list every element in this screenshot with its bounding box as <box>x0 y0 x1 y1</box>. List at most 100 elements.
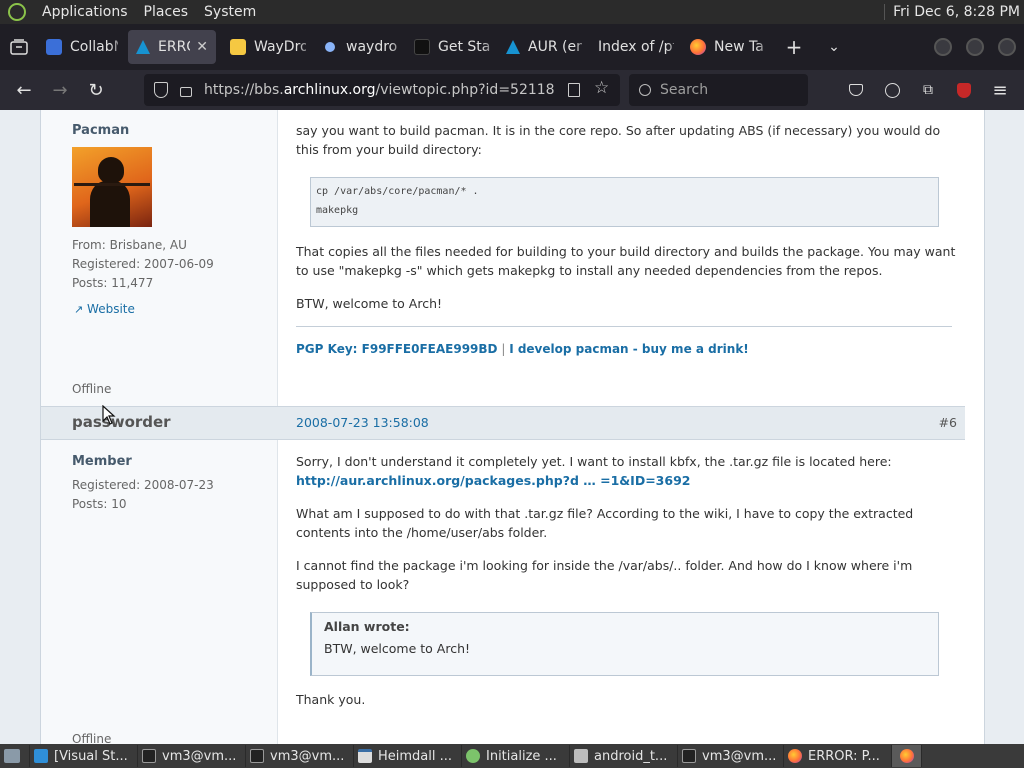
donate-link[interactable]: I develop pacman - buy me a drink! <box>509 342 749 356</box>
tab-list-button[interactable]: ⌄ <box>818 31 850 63</box>
post-author-name[interactable]: passworder <box>72 413 171 431</box>
page-content: Pacman From: Brisbane, AU Registered: 20… <box>0 110 1024 744</box>
post-author-name[interactable]: Pacman <box>72 123 129 138</box>
author-location: From: Brisbane, AU <box>72 238 187 252</box>
url-prefix: https://bbs. <box>204 82 284 98</box>
tab-list-icon <box>10 39 28 55</box>
distro-logo-icon[interactable] <box>8 3 26 21</box>
post-date-link[interactable]: 2008-07-23 13:58:08 <box>296 415 429 430</box>
post-message: What am I supposed to do with that .tar.… <box>296 506 914 540</box>
tab-collab[interactable]: CollabN <box>38 30 126 64</box>
extensions-button[interactable]: ⧉ <box>912 74 944 106</box>
aur-package-link[interactable]: http://aur.archlinux.org/packages.php?d … <box>296 473 690 488</box>
new-tab-button[interactable]: + <box>778 31 810 63</box>
github-icon <box>414 39 430 55</box>
show-desktop-button[interactable] <box>0 745 30 767</box>
quote-text: BTW, welcome to Arch! <box>324 641 471 656</box>
taskbar-item-firefox[interactable]: ERROR: P... <box>784 745 892 767</box>
post-message: That copies all the files needed for bui… <box>296 244 956 278</box>
reload-button[interactable]: ↻ <box>80 74 112 106</box>
taskbar-item-firefox-active[interactable] <box>892 745 922 767</box>
taskbar-item-terminal[interactable]: vm3@vm... <box>678 745 784 767</box>
clock[interactable]: Fri Dec 6, 8:28 PM <box>884 0 1024 24</box>
navigation-bar: ← → ↻ https://bbs.archlinux.org/viewtopi… <box>0 70 1024 110</box>
author-status: Offline <box>72 732 112 744</box>
signature-divider <box>296 326 952 327</box>
forum-thread: Pacman From: Brisbane, AU Registered: 20… <box>40 110 985 744</box>
puzzle-icon: ⧉ <box>923 82 933 98</box>
close-window-icon[interactable] <box>998 38 1016 56</box>
tab-new-tab[interactable]: New Ta <box>682 30 772 64</box>
taskbar-item-android-studio[interactable]: Initialize ... <box>462 745 570 767</box>
taskbar-item-terminal[interactable]: vm3@vm... <box>246 745 354 767</box>
account-button[interactable] <box>876 74 908 106</box>
tab-waydroid-2[interactable]: waydroi <box>314 30 406 64</box>
author-status: Offline <box>72 382 112 396</box>
author-website-link[interactable]: ↗ Website <box>74 302 135 316</box>
waydroid-icon <box>230 39 246 55</box>
firefox-icon <box>899 749 914 763</box>
url-text: https://bbs.archlinux.org/viewtopic.php?… <box>204 82 555 98</box>
external-link-icon: ↗ <box>74 303 84 316</box>
tab-aur[interactable]: AUR (en <box>498 30 590 64</box>
signature: PGP Key: F99FFE0FEAE999BD | I develop pa… <box>296 342 749 356</box>
desktop-icon <box>4 749 20 763</box>
tab-waydroid[interactable]: WayDro <box>222 30 314 64</box>
taskbar-item-folder[interactable]: android_t... <box>570 745 678 767</box>
mouse-cursor-icon <box>102 405 116 425</box>
shield-icon[interactable] <box>154 82 168 98</box>
window-icon <box>358 749 372 763</box>
tab-overview-button[interactable] <box>0 31 38 63</box>
back-button[interactable]: ← <box>8 74 40 106</box>
post-message: BTW, welcome to Arch! <box>296 296 443 311</box>
tab-get-started[interactable]: Get Star <box>406 30 498 64</box>
search-icon <box>639 84 651 96</box>
search-bar[interactable]: Search <box>629 74 808 106</box>
taskbar-item-vscode[interactable]: [Visual St... <box>30 745 138 767</box>
plus-icon: + <box>785 35 803 59</box>
ublock-icon <box>957 82 971 98</box>
taskbar-item-terminal[interactable]: vm3@vm... <box>138 745 246 767</box>
menu-button[interactable]: ≡ <box>984 74 1016 106</box>
dot-icon <box>325 42 335 52</box>
avatar <box>72 147 152 227</box>
system-menu[interactable]: System <box>204 4 256 20</box>
post-number: #6 <box>938 415 957 430</box>
bookmark-star-icon[interactable]: ☆ <box>594 78 609 98</box>
reader-view-icon[interactable] <box>568 83 580 97</box>
places-menu[interactable]: Places <box>144 4 189 20</box>
firefox-icon <box>690 39 706 55</box>
quote-block: Allan wrote: BTW, welcome to Arch! <box>310 612 939 676</box>
arrow-right-icon: → <box>52 79 68 101</box>
arch-icon <box>506 40 520 54</box>
tab-error[interactable]: ERROR ✕ <box>128 30 216 64</box>
collab-icon <box>46 39 62 55</box>
arrow-left-icon: ← <box>16 79 32 101</box>
post-message: say you want to build pacman. It is in t… <box>296 123 941 157</box>
post-message: Thank you. <box>296 692 366 707</box>
close-tab-icon[interactable]: ✕ <box>196 39 208 55</box>
author-post-count: Posts: 11,477 <box>72 276 154 290</box>
window-controls <box>934 38 1016 56</box>
code-block: cp /var/abs/core/pacman/* . makepkg <box>310 177 939 227</box>
author-post-count: Posts: 10 <box>72 497 127 511</box>
maximize-icon[interactable] <box>966 38 984 56</box>
lock-icon[interactable] <box>180 87 192 97</box>
taskbar-item-heimdall[interactable]: Heimdall ... <box>354 745 462 767</box>
minimize-icon[interactable] <box>934 38 952 56</box>
author-role: Member <box>72 454 132 469</box>
tab-index[interactable]: Index of /pf <box>590 30 682 64</box>
terminal-icon <box>142 749 156 763</box>
system-panel: Applications Places System Fri Dec 6, 8:… <box>0 0 1024 24</box>
pgp-key-link[interactable]: PGP Key: F99FFE0FEAE999BD <box>296 342 498 356</box>
applications-menu[interactable]: Applications <box>42 4 128 20</box>
reload-icon: ↻ <box>88 79 104 101</box>
url-bar[interactable]: https://bbs.archlinux.org/viewtopic.php?… <box>144 74 620 106</box>
quote-author: Allan wrote: <box>324 619 410 634</box>
folder-icon <box>574 749 588 763</box>
taskbar: [Visual St... vm3@vm... vm3@vm... Heimda… <box>0 744 1024 768</box>
forward-button[interactable]: → <box>44 74 76 106</box>
pocket-button[interactable] <box>840 74 872 106</box>
post-header: passworder 2008-07-23 13:58:08 #6 <box>41 406 965 440</box>
ublock-button[interactable] <box>948 74 980 106</box>
